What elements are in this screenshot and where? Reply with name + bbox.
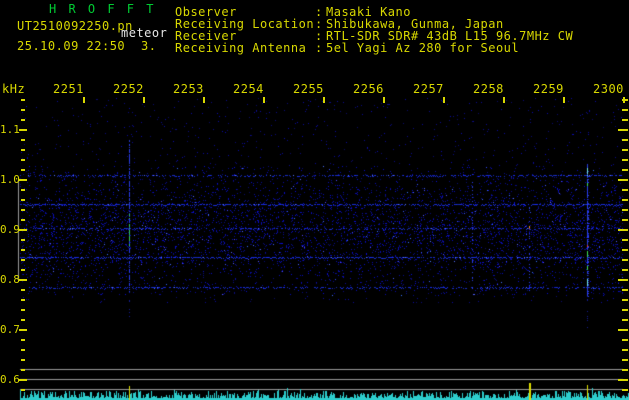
freq-minor-tick-right [622, 299, 628, 301]
axis-layer: 2251 2252 2253 2254 2255 2256 2257 2258 2259 2300… [0, 0, 629, 400]
freq-minor-tick-left [21, 209, 25, 211]
freq-minor-tick-right [622, 339, 628, 341]
freq-minor-tick-left [21, 189, 25, 191]
time-label: 2255 [293, 82, 324, 96]
freq-major-tick-right [618, 279, 628, 281]
freq-minor-tick-left [21, 149, 25, 151]
freq-minor-tick-right [622, 149, 628, 151]
time-tick [143, 97, 145, 103]
freq-label: 1.1 [0, 123, 20, 136]
freq-major-tick-left [19, 329, 27, 331]
freq-minor-tick-right [622, 239, 628, 241]
freq-minor-tick-left [21, 309, 25, 311]
freq-minor-tick-left [21, 359, 25, 361]
freq-minor-tick-left [21, 269, 25, 271]
freq-minor-tick-right [622, 219, 628, 221]
freq-label: 0.8 [0, 273, 20, 286]
time-label: 2258 [473, 82, 504, 96]
time-tick [563, 97, 565, 103]
freq-minor-tick-left [21, 289, 25, 291]
freq-major-tick-right [618, 329, 628, 331]
freq-minor-tick-left [21, 349, 25, 351]
freq-minor-tick-right [622, 209, 628, 211]
time-label: 2256 [353, 82, 384, 96]
freq-minor-tick-left [21, 219, 25, 221]
time-tick [503, 97, 505, 103]
freq-minor-tick-left [21, 339, 25, 341]
time-label: 2254 [233, 82, 264, 96]
freq-label: 0.7 [0, 323, 20, 336]
time-label: 2253 [173, 82, 204, 96]
freq-label: 0.9 [0, 223, 20, 236]
time-label: 2300 [593, 82, 624, 96]
freq-major-tick-left [19, 279, 27, 281]
freq-major-tick-left [19, 179, 27, 181]
freq-minor-tick-right [622, 109, 628, 111]
freq-minor-tick-right [622, 159, 628, 161]
freq-major-tick-right [618, 379, 628, 381]
time-tick [443, 97, 445, 103]
freq-minor-tick-right [622, 369, 628, 371]
freq-minor-tick-left [21, 389, 25, 391]
time-label: 2257 [413, 82, 444, 96]
freq-minor-tick-right [622, 139, 628, 141]
freq-label: 0.6 [0, 373, 20, 386]
freq-major-tick-right [618, 179, 628, 181]
freq-minor-tick-left [21, 239, 25, 241]
time-tick [203, 97, 205, 103]
freq-minor-tick-left [21, 169, 25, 171]
freq-minor-tick-right [622, 349, 628, 351]
freq-minor-tick-left [21, 249, 25, 251]
freq-minor-tick-left [21, 319, 25, 321]
freq-major-tick-left [19, 379, 27, 381]
freq-minor-tick-left [21, 99, 25, 101]
freq-minor-tick-right [622, 199, 628, 201]
freq-label: 1.0 [0, 173, 20, 186]
freq-minor-tick-right [622, 169, 628, 171]
time-label: 2259 [533, 82, 564, 96]
freq-minor-tick-right [622, 119, 628, 121]
freq-minor-tick-right [622, 259, 628, 261]
freq-minor-tick-right [622, 309, 628, 311]
freq-minor-tick-right [622, 249, 628, 251]
time-tick [263, 97, 265, 103]
time-tick [323, 97, 325, 103]
freq-minor-tick-right [622, 389, 628, 391]
freq-major-tick-right [618, 229, 628, 231]
time-tick [83, 97, 85, 103]
freq-minor-tick-left [21, 199, 25, 201]
freq-minor-tick-left [21, 299, 25, 301]
freq-minor-tick-right [622, 359, 628, 361]
freq-minor-tick-left [21, 159, 25, 161]
time-tick [383, 97, 385, 103]
freq-minor-tick-left [21, 369, 25, 371]
time-label: 2252 [113, 82, 144, 96]
hrofft-window: H R O F F T UT2510092250.pn meteor 25.10… [0, 0, 629, 400]
freq-minor-tick-left [21, 119, 25, 121]
time-label: 2251 [53, 82, 84, 96]
freq-major-tick-left [19, 229, 27, 231]
freq-minor-tick-right [622, 289, 628, 291]
freq-minor-tick-right [622, 319, 628, 321]
freq-minor-tick-left [21, 139, 25, 141]
freq-major-tick-left [19, 129, 27, 131]
freq-minor-tick-right [622, 99, 628, 101]
freq-minor-tick-left [21, 259, 25, 261]
freq-minor-tick-left [21, 109, 25, 111]
freq-minor-tick-right [622, 269, 628, 271]
freq-major-tick-right [618, 129, 628, 131]
freq-minor-tick-right [622, 189, 628, 191]
